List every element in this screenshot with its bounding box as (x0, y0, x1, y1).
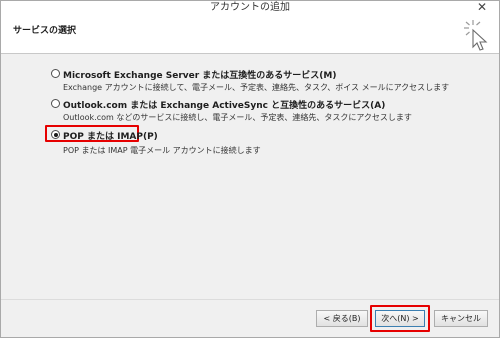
option-pop-imap-description: POP または IMAP 電子メール アカウントに接続します (63, 146, 261, 155)
option-exchange-label[interactable]: Microsoft Exchange Server または互換性のあるサービス(… (63, 68, 337, 81)
add-account-dialog: アカウントの追加 ✕ サービスの選択 Microsoft Exchange Se… (0, 0, 500, 338)
title-bar: アカウントの追加 ✕ (1, 0, 499, 15)
next-button[interactable]: 次へ(N) > (375, 310, 425, 327)
option-exchange-description: Exchange アカウントに接続して、電子メール、予定表、連絡先、タスク、ボイ… (63, 83, 450, 92)
header-panel: サービスの選択 (1, 15, 499, 54)
option-outlook-com-description: Outlook.com などのサービスに接続し、電子メール、予定表、連絡先、タス… (63, 113, 412, 122)
option-outlook-com-label[interactable]: Outlook.com または Exchange ActiveSync と互換性… (63, 98, 385, 111)
back-button[interactable]: < 戻る(B) (316, 310, 368, 327)
window-title: アカウントの追加 (210, 2, 290, 13)
cursor-click-icon (464, 20, 488, 51)
radio-pop-imap[interactable] (51, 130, 60, 139)
cancel-button[interactable]: キャンセル (434, 310, 488, 327)
option-pop-imap-label[interactable]: POP または IMAP(P) (63, 129, 158, 142)
radio-outlook-com[interactable] (51, 99, 60, 108)
page-title: サービスの選択 (13, 26, 77, 36)
radio-exchange[interactable] (51, 69, 60, 78)
footer-divider (1, 299, 499, 300)
close-icon[interactable]: ✕ (477, 0, 487, 14)
